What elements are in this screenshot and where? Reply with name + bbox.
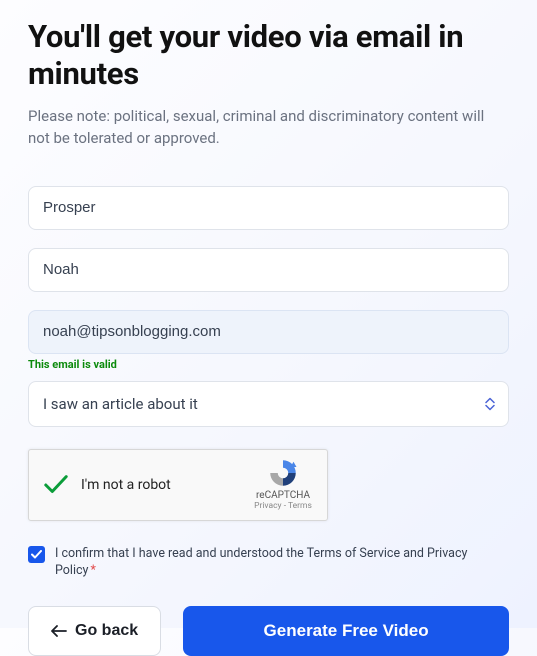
page-title: You'll get your video via email in minut…: [28, 18, 509, 92]
recaptcha-check-icon: [43, 472, 69, 498]
generate-video-button[interactable]: Generate Free Video: [183, 606, 509, 656]
email-valid-message: This email is valid: [28, 358, 509, 371]
go-back-button[interactable]: Go back: [28, 606, 161, 656]
consent-text: I confirm that I have read and understoo…: [55, 545, 509, 580]
arrow-left-icon: [51, 625, 67, 637]
checkmark-icon: [31, 550, 42, 559]
tos-link[interactable]: Terms of Service: [307, 546, 400, 561]
select-chevrons-icon: [485, 397, 495, 410]
recaptcha-brand: reCAPTCHA Privacy - Terms: [251, 458, 315, 511]
recaptcha-logo-icon: [268, 458, 298, 488]
email-input[interactable]: [28, 310, 509, 354]
source-select[interactable]: I saw an article about it: [28, 381, 509, 427]
go-back-label: Go back: [75, 622, 138, 640]
recaptcha-brand-links: Privacy - Terms: [254, 501, 312, 511]
consent-checkbox[interactable]: [28, 546, 45, 563]
recaptcha-widget[interactable]: I'm not a robot reCAPTCHA Privacy - Term…: [28, 449, 328, 521]
source-select-value: I saw an article about it: [43, 395, 198, 413]
last-name-input[interactable]: [28, 248, 509, 292]
disclaimer-text: Please note: political, sexual, criminal…: [28, 106, 509, 150]
first-name-input[interactable]: [28, 186, 509, 230]
recaptcha-brand-name: reCAPTCHA: [256, 490, 310, 501]
recaptcha-label: I'm not a robot: [81, 477, 251, 493]
required-asterisk: *: [90, 563, 95, 578]
